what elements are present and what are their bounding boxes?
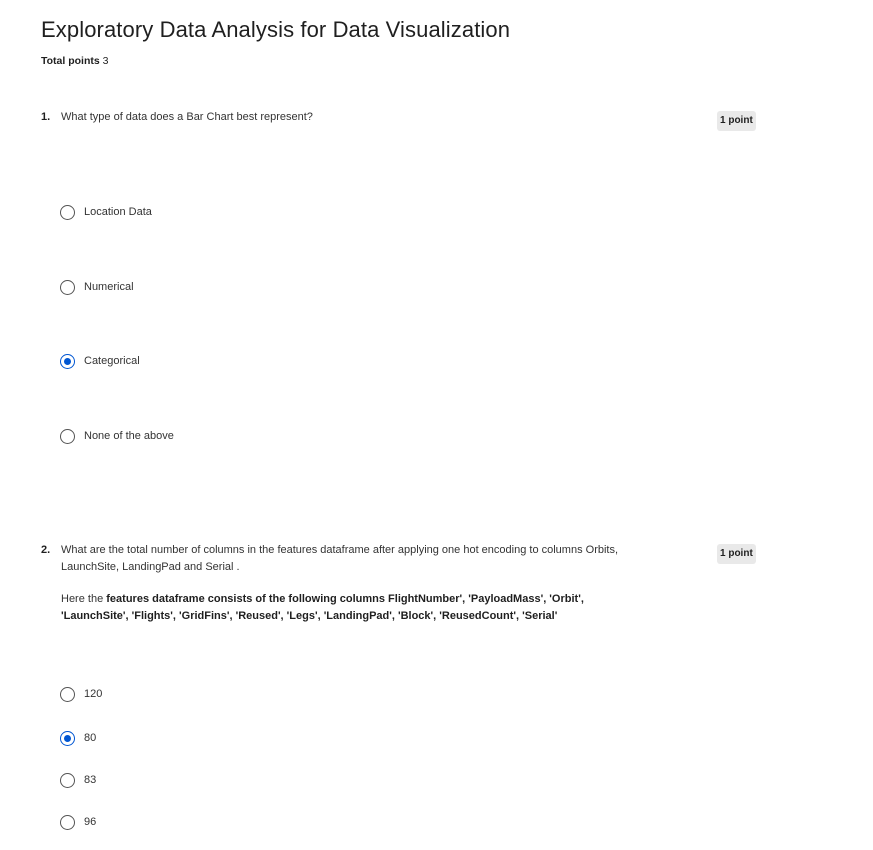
radio-button[interactable] (60, 814, 75, 830)
question-1-points-badge: 1 point (717, 111, 756, 131)
question-1-option-4[interactable]: None of the above (60, 427, 174, 445)
option-label: 83 (84, 774, 97, 786)
detail-bold-line-2: 'LaunchSite', 'Flights', 'GridFins', 'Re… (61, 610, 558, 622)
radio-button[interactable] (60, 428, 75, 444)
question-2-option-3[interactable]: 83 (60, 771, 96, 789)
total-points-label: Total points (41, 55, 100, 67)
option-label: Categorical (84, 355, 140, 367)
question-2-option-4[interactable]: 96 (60, 813, 96, 831)
detail-bold-line-1: features dataframe consists of the follo… (106, 593, 584, 605)
question-1-option-2[interactable]: Numerical (60, 278, 134, 296)
radio-button[interactable] (60, 772, 75, 788)
question-1-number: 1. (41, 111, 51, 123)
radio-button[interactable] (60, 279, 75, 295)
option-label: Location Data (84, 206, 152, 218)
option-label: None of the above (84, 430, 174, 442)
question-2-number: 2. (41, 544, 51, 556)
quiz-page: Exploratory Data Analysis for Data Visua… (0, 0, 873, 850)
radio-button-selected[interactable] (60, 730, 75, 746)
question-1-text: What type of data does a Bar Chart best … (61, 111, 313, 123)
total-points: Total points 3 (41, 55, 108, 67)
option-label: Numerical (84, 281, 134, 293)
option-label: 120 (84, 688, 103, 700)
radio-button[interactable] (60, 686, 75, 702)
detail-prefix: Here the (61, 593, 104, 605)
question-2-option-2[interactable]: 80 (60, 729, 96, 747)
question-2-text: What are the total number of columns in … (61, 542, 701, 576)
total-points-value: 3 (102, 55, 109, 67)
question-2-detail: Here the features dataframe consists of … (61, 591, 701, 625)
question-1-option-1[interactable]: Location Data (60, 203, 152, 221)
option-label: 96 (84, 816, 97, 828)
question-2-points-badge: 1 point (717, 544, 756, 564)
radio-button[interactable] (60, 204, 75, 220)
question-1-option-3[interactable]: Categorical (60, 352, 140, 370)
option-label: 80 (84, 732, 97, 744)
radio-button-selected[interactable] (60, 353, 75, 369)
page-title: Exploratory Data Analysis for Data Visua… (41, 17, 511, 42)
question-2-text-line-2: LaunchSite, LandingPad and Serial . (61, 561, 240, 573)
question-2-option-1[interactable]: 120 (60, 685, 102, 703)
question-2-text-line-1: What are the total number of columns in … (61, 544, 619, 556)
